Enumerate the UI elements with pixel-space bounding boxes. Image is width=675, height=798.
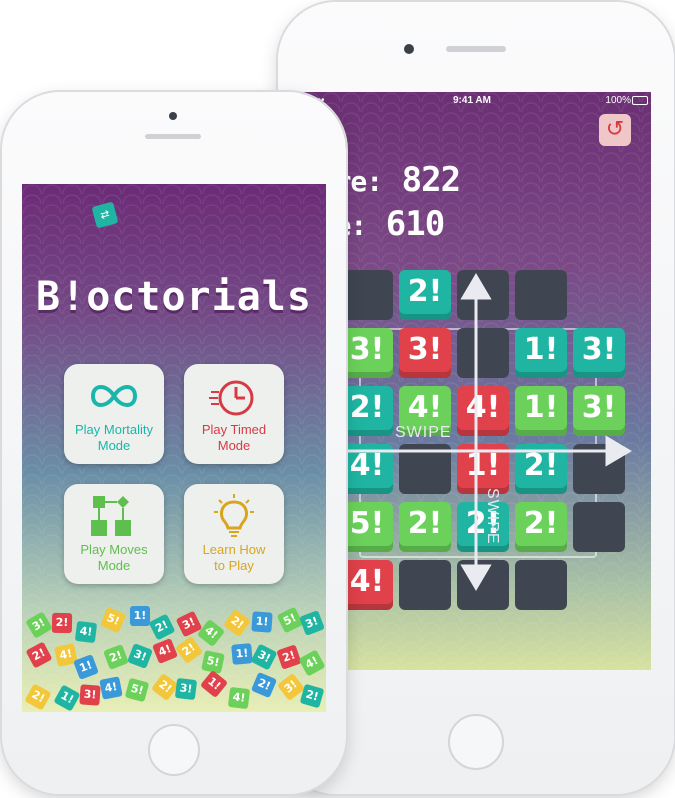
falling-tile: 3! [174, 678, 198, 701]
falling-tile: 2! [174, 635, 203, 664]
swipe-label-vertical: SWIPE [484, 488, 501, 545]
phone-front: ⇄ B!octorials 3! 2! 4! 5! 1! 2! 3! 4! 2! 1! 5! 3! 2!… [2, 92, 346, 794]
lightbulb-icon [214, 494, 254, 537]
falling-tile: 2! [103, 644, 130, 671]
falling-tile: 2! [250, 671, 277, 698]
timed-mode-label: Play Timed Mode [184, 422, 284, 454]
falling-tile: 4! [75, 620, 98, 643]
falling-tile: 2! [52, 612, 73, 634]
falling-tile: 2! [24, 683, 52, 711]
moves-mode-label: Play Moves Mode [64, 542, 164, 574]
label-line-2: Mode [217, 438, 251, 453]
falling-tile: 4! [298, 649, 326, 677]
falling-tile: 2! [299, 683, 325, 709]
falling-tile: 5! [125, 677, 150, 703]
menu-screen: ⇄ B!octorials 3! 2! 4! 5! 1! 2! 3! 4! 2! 1! 5! 3! 2!… [22, 184, 326, 712]
front-camera [169, 112, 177, 120]
falling-tile: 1! [53, 684, 81, 712]
moves-mode-button[interactable]: Play Moves Mode [64, 484, 164, 584]
falling-tile: 4! [99, 676, 123, 701]
infinity-icon [90, 385, 138, 407]
learn-to-play-label: Learn How to Play [184, 542, 284, 574]
falling-tile: 1! [230, 643, 253, 666]
falling-tile: 2! [222, 608, 251, 637]
label-line-1: Play Moves [80, 542, 148, 557]
falling-tile: 4! [227, 686, 250, 710]
mortality-mode-button[interactable]: Play Mortality Mode [64, 364, 164, 464]
label-line-1: Learn How [202, 542, 266, 557]
game-screen: ••••• 9:41 AM 100% ≡ ↺ Score: 822 core: … [301, 92, 651, 670]
label-line-1: Play Timed [201, 422, 267, 437]
flowchart-icon [91, 496, 131, 536]
home-button[interactable] [148, 724, 200, 776]
falling-tile: 1! [199, 669, 228, 698]
mortality-mode-label: Play Mortality Mode [64, 422, 164, 454]
falling-tile: 2! [275, 644, 302, 670]
label-line-1: Play Mortality [74, 422, 154, 437]
falling-tile: 1! [129, 605, 150, 626]
label-line-2: to Play [214, 558, 254, 573]
earpiece-speaker [446, 46, 506, 52]
falling-tile: 3! [25, 611, 53, 639]
swipe-label-horizontal: SWIPE [395, 424, 452, 441]
front-camera [404, 44, 414, 54]
swipe-arrows [320, 273, 632, 591]
home-button[interactable] [448, 714, 504, 770]
falling-tile: 1! [73, 653, 100, 680]
falling-tile: 3! [126, 643, 153, 669]
label-line-2: Mode [97, 438, 131, 453]
learn-to-play-button[interactable]: Learn How to Play [184, 484, 284, 584]
falling-tile: 1! [251, 611, 273, 634]
falling-tile: 3! [250, 643, 278, 671]
timed-mode-button[interactable]: Play Timed Mode [184, 364, 284, 464]
stopwatch-icon [209, 380, 254, 416]
falling-tile: 3! [299, 609, 325, 636]
falling-tile: 4! [197, 618, 226, 647]
falling-tile: 4! [151, 637, 178, 664]
falling-tile: 2! [148, 613, 176, 641]
falling-tile: 3! [79, 684, 102, 706]
falling-tile: 5! [100, 606, 127, 633]
label-line-2: Mode [97, 558, 131, 573]
earpiece-speaker [145, 134, 201, 139]
falling-tile: 2! [25, 641, 53, 669]
